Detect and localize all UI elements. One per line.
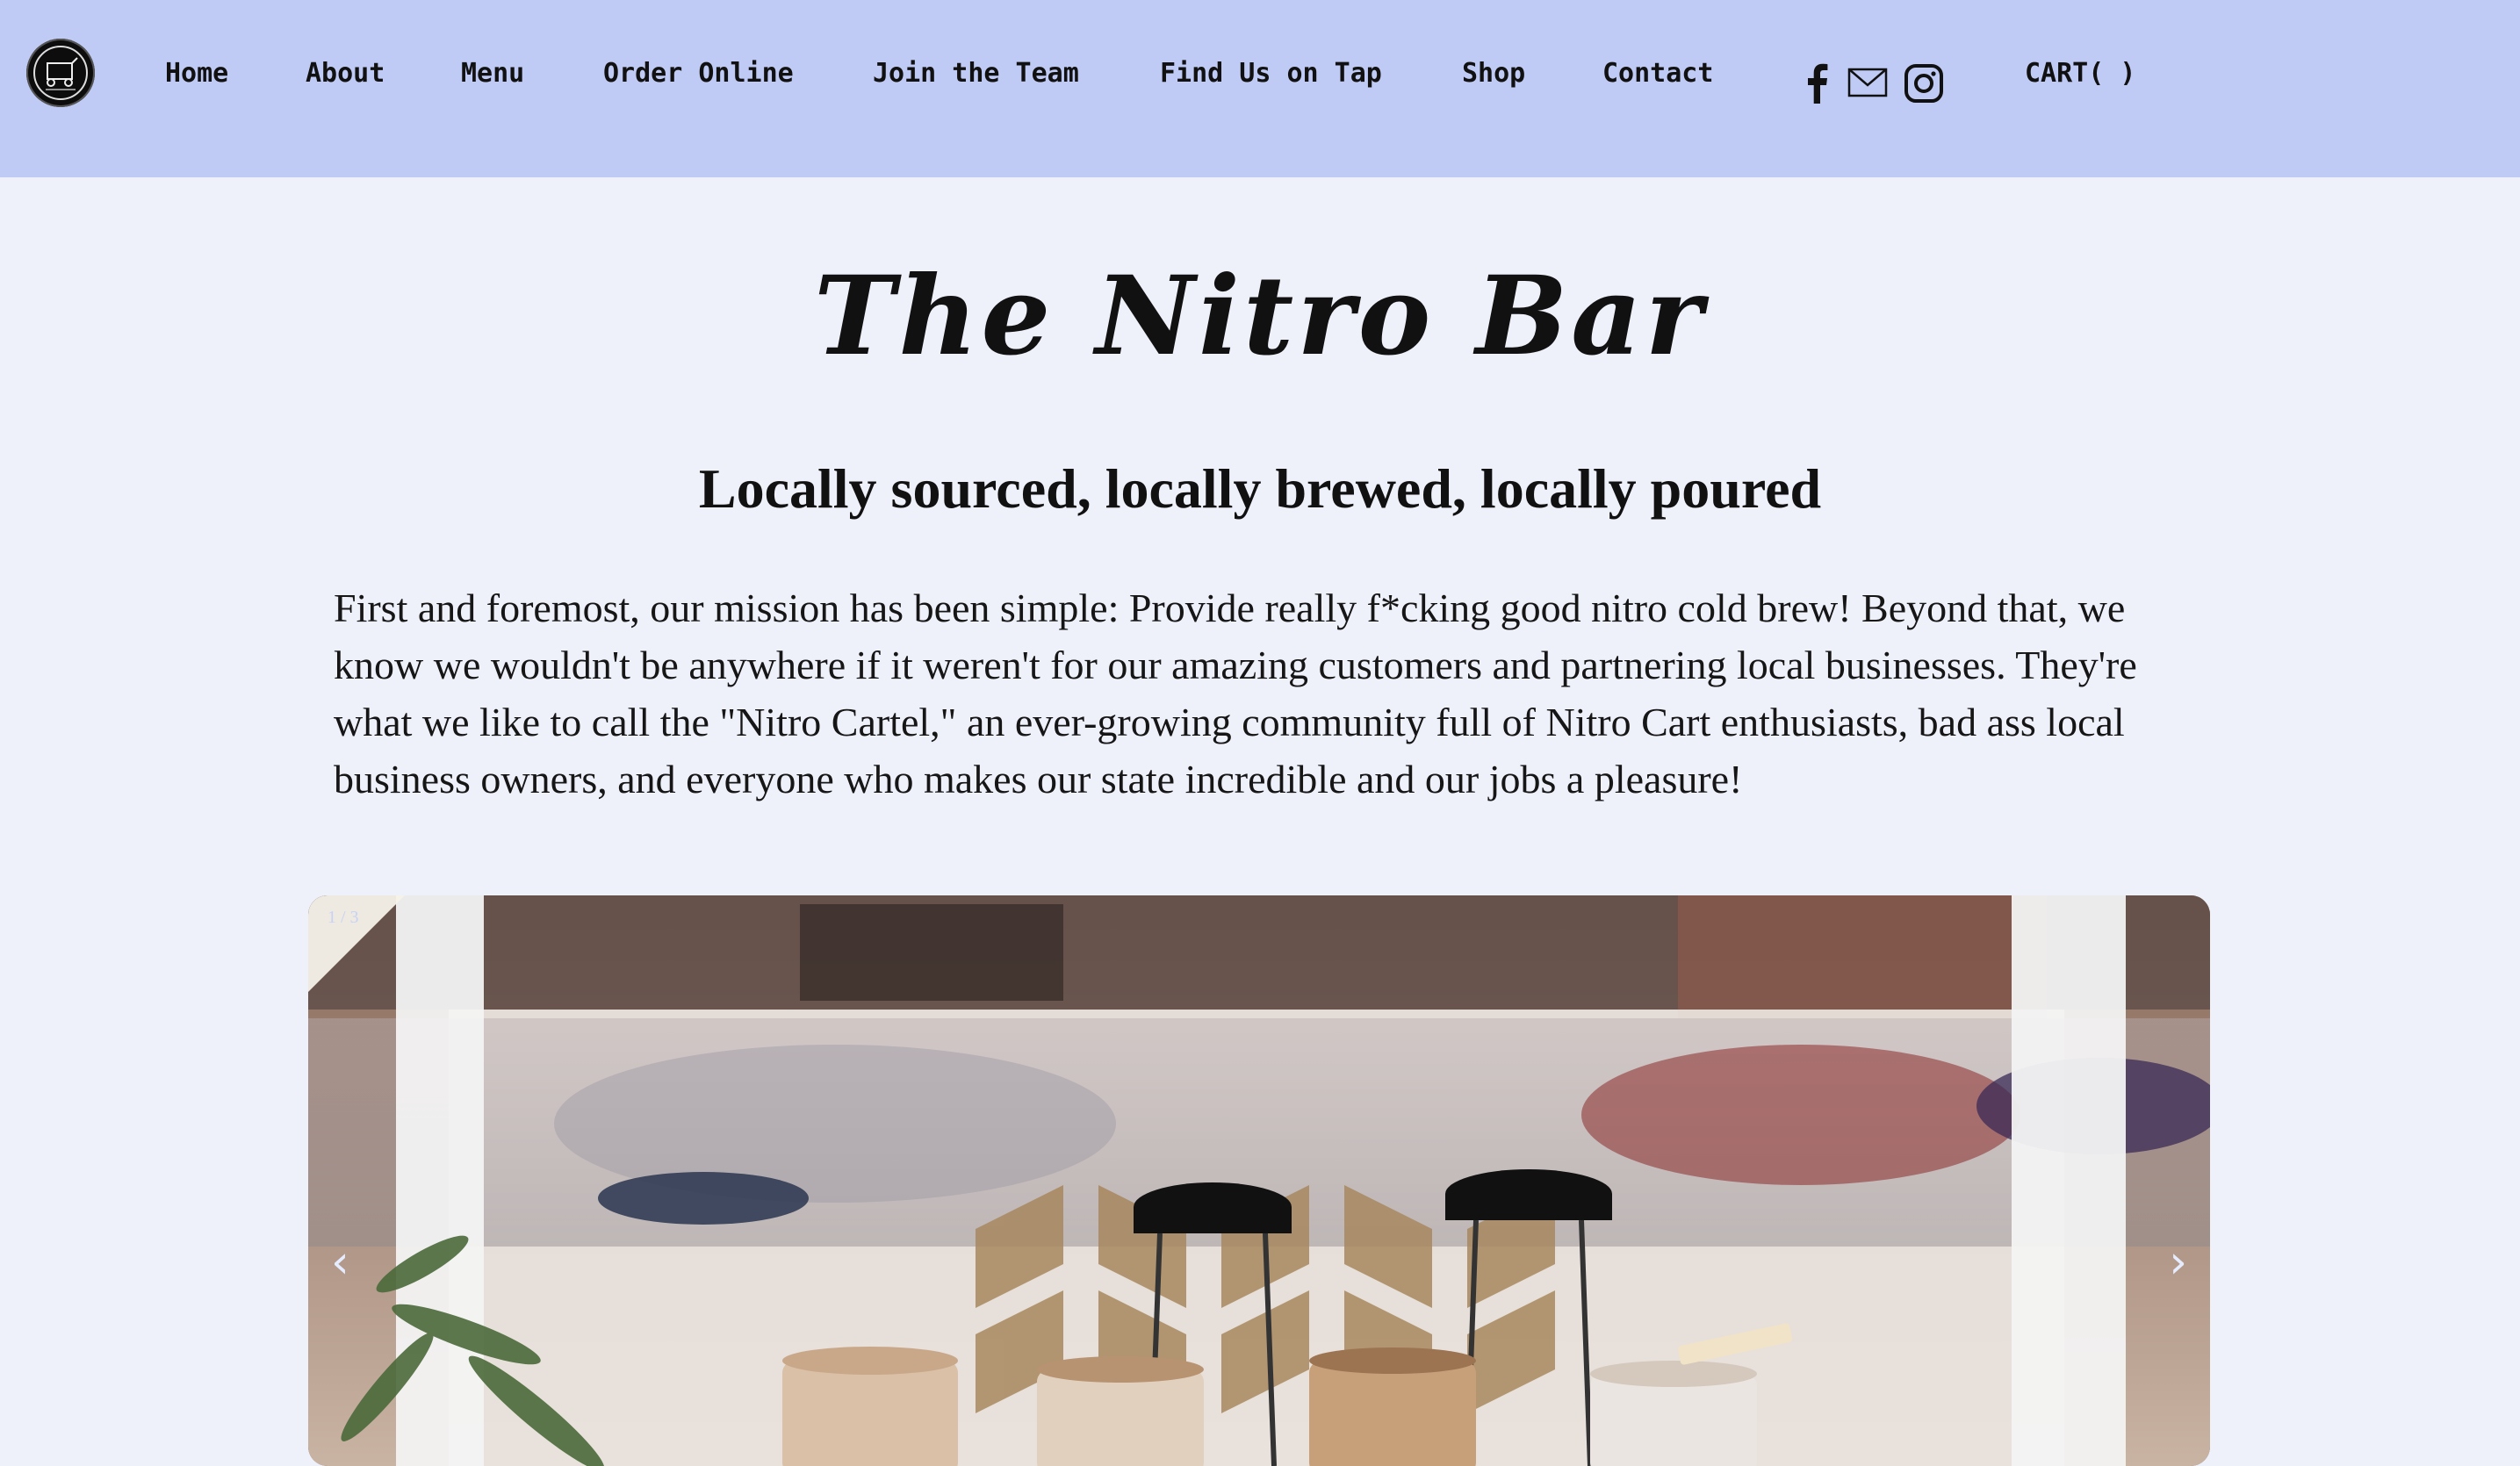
cafe-window-photo [308,895,2210,1466]
mail-icon[interactable] [1847,67,1888,103]
prev-slide-arrow[interactable]: ‹ [331,1240,349,1285]
nav-menu[interactable]: Menu [461,58,524,89]
cart-logo-icon [33,46,88,100]
nav-about[interactable]: About [306,58,385,89]
next-slide-arrow[interactable]: › [2169,1240,2187,1285]
instagram-icon[interactable] [1904,63,1944,108]
nav-order-online[interactable]: Order Online [603,58,794,89]
nav-join-the-team[interactable]: Join the Team [873,58,1079,89]
top-navigation-bar: Home About Menu Order Online Join the Te… [0,0,2520,177]
nav-shop[interactable]: Shop [1462,58,1525,89]
cart-link[interactable]: CART( ) [2025,58,2135,89]
page-subtitle: Locally sourced, locally brewed, locally… [698,457,1822,520]
nav-contact[interactable]: Contact [1602,58,1713,89]
photo-slideshow[interactable]: 1 / 3 ‹ › [308,895,2210,1466]
nav-find-us-on-tap[interactable]: Find Us on Tap [1160,58,1382,89]
page-title: The Nitro Bar [814,253,1706,380]
slide-counter: 1 / 3 [328,908,359,927]
nitro-cart-logo[interactable] [26,39,95,107]
facebook-icon[interactable] [1804,61,1830,108]
mission-statement: First and foremost, our mission has been… [334,586,2137,801]
nav-home[interactable]: Home [165,58,228,89]
